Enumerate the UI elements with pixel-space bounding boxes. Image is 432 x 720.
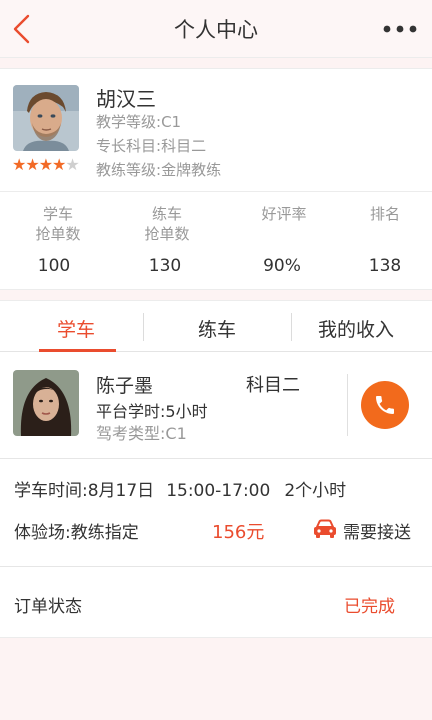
- order-price: 156元: [212, 522, 265, 543]
- phone-icon: [376, 396, 394, 414]
- divider: [0, 566, 432, 567]
- stat-learn-orders: 学车 抢单数: [8, 204, 108, 244]
- coach-stats-row: 学车 抢单数 100 练车 抢单数 130 好评率 90% 排名 138: [0, 192, 432, 290]
- specialty-row: 专长科目:科目二: [96, 135, 206, 156]
- pickup-required: 需要接送: [343, 523, 411, 543]
- student-name: 陈子墨: [96, 375, 154, 397]
- coach-avatar: [13, 85, 79, 151]
- specialty-value: 科目二: [161, 137, 207, 155]
- exam-type-value: C1: [165, 424, 187, 443]
- vertical-divider: [347, 374, 348, 436]
- coach-level-label: 教练等级:: [96, 161, 162, 179]
- exam-type-label: 驾考类型:: [96, 424, 166, 443]
- order-tabs: 学车 练车 我的收入: [0, 300, 432, 352]
- star-filled-icon: ★: [25, 155, 39, 174]
- platform-hours-row: 平台学时:5小时: [96, 398, 208, 422]
- specialty-label: 专长科目:: [96, 137, 162, 155]
- coach-name: 胡汉三: [96, 87, 156, 111]
- venue-value: 教练指定: [70, 523, 139, 543]
- coach-level-value: 金牌教练: [161, 161, 222, 179]
- platform-hours-value: 5小时: [165, 402, 208, 421]
- stat-label: 学车 抢单数: [35, 205, 81, 243]
- venue-label: 体验场:: [14, 523, 71, 543]
- stat-value: 100: [37, 256, 71, 276]
- page-title: 个人中心: [174, 18, 258, 42]
- order-status-value: 已完成: [344, 597, 395, 617]
- coach-profile-card: ★★★★★ 胡汉三 教学等级:C1 专长科目:科目二 教练等级:金牌教练: [0, 68, 432, 192]
- rating-stars: ★★★★★: [12, 155, 80, 174]
- star-empty-icon: ★: [65, 155, 79, 174]
- stat-value: 138: [368, 256, 402, 276]
- exam-type-row: 驾考类型:C1: [96, 420, 187, 444]
- stat-ranking: 排名: [335, 204, 432, 224]
- venue-row: 体验场:教练指定: [14, 518, 139, 543]
- training-time-range: 15:00-17:00: [166, 481, 271, 501]
- stat-value: 130: [148, 256, 182, 276]
- student-avatar: [13, 370, 79, 436]
- training-time-row: 学车时间:8月17日 15:00-17:00 2个小时: [14, 476, 346, 501]
- teaching-level-row: 教学等级:C1: [96, 111, 181, 132]
- star-filled-icon: ★: [12, 155, 26, 174]
- platform-hours-label: 平台学时:: [96, 402, 166, 421]
- star-filled-icon: ★: [52, 155, 66, 174]
- teaching-level-value: C1: [161, 113, 182, 131]
- training-date: 8月17日: [87, 481, 155, 501]
- order-card[interactable]: 陈子墨 科目二 平台学时:5小时 驾考类型:C1 学车时间:8月17日 15:00…: [0, 352, 432, 638]
- tab-my-income[interactable]: 我的收入: [284, 315, 428, 342]
- star-filled-icon: ★: [38, 155, 53, 174]
- teaching-level-label: 教学等级:: [96, 113, 162, 131]
- stat-label: 排名: [369, 205, 400, 223]
- car-icon: [314, 519, 336, 538]
- tab-practice-driving[interactable]: 练车: [145, 315, 289, 342]
- top-nav-bar: 个人中心: [0, 0, 432, 58]
- tab-divider: [143, 313, 144, 341]
- training-time-label: 学车时间:: [14, 481, 88, 501]
- tab-learn-driving[interactable]: 学车: [4, 315, 148, 342]
- divider: [0, 458, 432, 459]
- stat-positive-rate: 好评率: [234, 204, 334, 224]
- stat-label: 练车 抢单数: [144, 205, 190, 243]
- stat-value: 90%: [263, 256, 301, 276]
- order-status-label: 订单状态: [14, 597, 82, 617]
- coach-level-row: 教练等级:金牌教练: [96, 159, 221, 180]
- stat-label: 好评率: [261, 205, 307, 223]
- call-button[interactable]: [361, 381, 409, 429]
- student-subject: 科目二: [246, 375, 300, 396]
- more-icon[interactable]: [382, 19, 418, 39]
- stat-practice-orders: 练车 抢单数: [117, 204, 217, 244]
- training-duration: 2个小时: [284, 481, 347, 501]
